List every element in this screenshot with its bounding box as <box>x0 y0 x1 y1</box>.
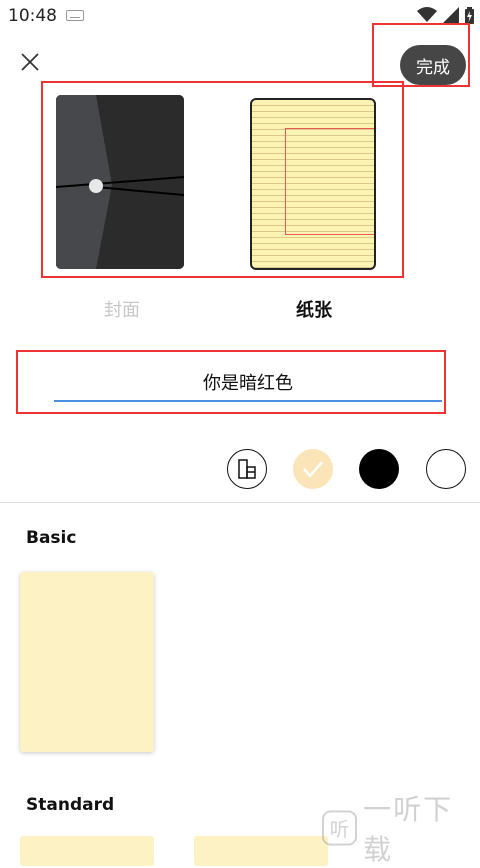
watermark-text: 一听下载 <box>363 793 454 866</box>
section-basic-title: Basic <box>26 528 77 548</box>
check-icon <box>303 461 323 478</box>
swatch-black[interactable] <box>359 449 399 489</box>
paper-tile-standard-1[interactable] <box>20 836 154 866</box>
divider <box>0 502 480 503</box>
section-standard-title: Standard <box>26 795 115 815</box>
wifi-icon <box>417 7 437 22</box>
pattern-icon <box>238 459 256 479</box>
watermark-logo-icon: 听 <box>322 810 358 846</box>
paper-tile-basic[interactable] <box>20 572 154 752</box>
keyboard-icon <box>66 10 84 21</box>
paper-tile-standard-2[interactable] <box>194 836 328 866</box>
highlight-box-name <box>16 350 446 414</box>
swatch-white[interactable] <box>426 449 466 489</box>
highlight-box-done <box>372 23 470 87</box>
status-time: 10:48 <box>8 6 57 26</box>
swatch-cream[interactable] <box>293 449 333 489</box>
tab-cover[interactable]: 封面 <box>90 296 154 322</box>
watermark: 听 一听下载 <box>322 793 480 866</box>
battery-icon <box>465 6 474 24</box>
tab-paper[interactable]: 纸张 <box>278 296 350 322</box>
swatch-pattern[interactable] <box>227 449 267 489</box>
status-icons <box>417 6 474 24</box>
highlight-box-preview <box>41 81 404 278</box>
close-button[interactable] <box>16 48 46 78</box>
signal-icon <box>443 7 459 23</box>
svg-text:听: 听 <box>330 818 349 841</box>
close-icon <box>21 53 39 71</box>
